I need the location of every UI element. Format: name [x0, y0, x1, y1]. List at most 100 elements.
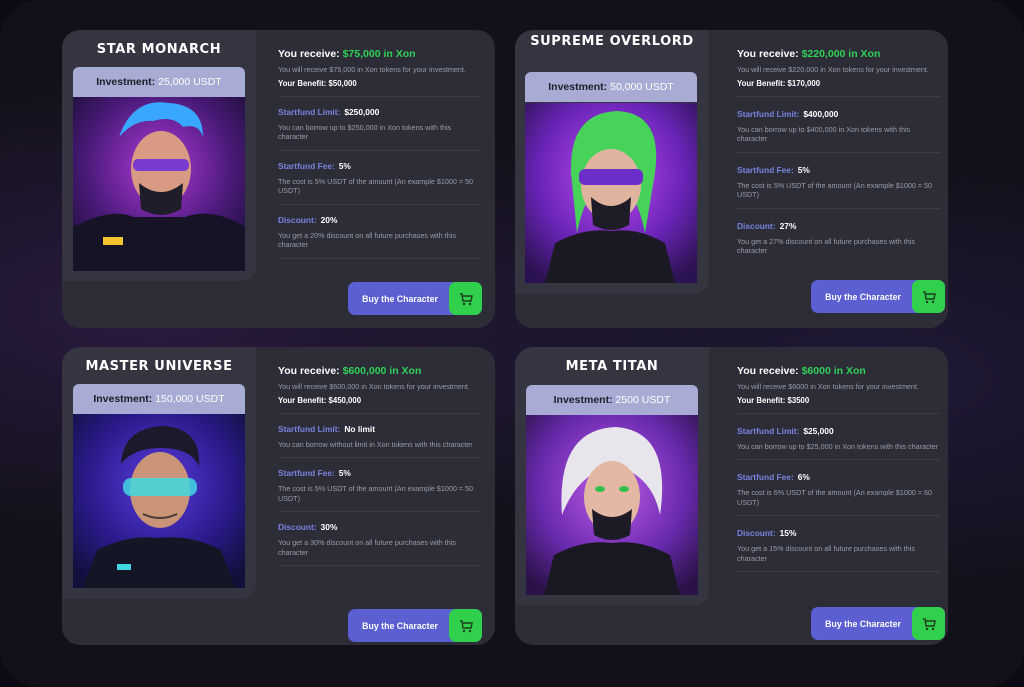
discount-desc: You get a 20% discount on all future pur…: [278, 230, 456, 250]
limit-desc: You can borrow up to $25,000 in Xon toke…: [737, 441, 939, 451]
benefit-value: $450,000: [328, 395, 362, 405]
fee-value: 5%: [797, 164, 810, 175]
limit-desc: You can borrow up to $250,000 in Xon tok…: [278, 122, 452, 142]
receive-desc: You will receive $6000 in Xon tokens for…: [737, 382, 919, 391]
benefit-label: Your Benefit:: [278, 395, 327, 405]
discount-desc: You get a 30% discount on all future pur…: [278, 538, 456, 557]
cart-icon: [912, 607, 945, 640]
character-card-master-universe: MASTER UNIVERSE Investment: 150,000 USDT: [62, 347, 495, 645]
character-name: MASTER UNIVERSE: [85, 359, 233, 374]
fee-desc: The cost is 5% USDT of the amount (An ex…: [278, 176, 474, 196]
page-frame: STAR MONARCH Investment: 25,000 USDT You…: [0, 0, 1024, 687]
investment-value: 50,000 USDT: [610, 81, 674, 93]
character-card-supreme-overlord: SUPREME OVERLORD Investment: 50,000 USDT: [515, 30, 948, 328]
character-panel: STAR MONARCH Investment: 25,000 USDT: [62, 30, 256, 281]
fee-value: 5%: [338, 160, 351, 171]
fee-desc: The cost is 5% USDT of the amount (An ex…: [278, 484, 474, 503]
investment-label: Investment:: [96, 76, 156, 88]
limit-desc: You can borrow without limit in Xon toke…: [278, 439, 473, 449]
character-card-star-monarch: STAR MONARCH Investment: 25,000 USDT You…: [62, 30, 495, 328]
benefit-label: Your Benefit:: [737, 395, 786, 405]
discount-label: Discount:: [737, 528, 776, 538]
limit-section: Startfund Limit: No limit You can borrow …: [278, 423, 481, 458]
limit-value: $25,000: [803, 425, 834, 436]
character-portrait: [526, 415, 698, 595]
discount-section: Discount: 20% You get a 20% discount on a…: [278, 215, 481, 259]
fee-section: Startfund Fee: 5% The cost is 5% USDT of …: [278, 468, 481, 512]
limit-value: $400,000: [803, 108, 839, 119]
discount-section: Discount: 30% You get a 30% discount on a…: [278, 522, 481, 566]
character-panel: SUPREME OVERLORD Investment: 50,000 USDT: [515, 30, 709, 294]
character-portrait: [73, 414, 245, 588]
discount-label: Discount:: [737, 220, 776, 231]
character-details: You receive: $220,000 in Xon You will re…: [737, 48, 940, 274]
benefit-value: $3500: [787, 395, 810, 405]
discount-value: 20%: [320, 214, 338, 225]
character-portrait: [525, 103, 697, 283]
investment-label: Investment:: [548, 81, 608, 93]
investment-value: 2500 USDT: [615, 394, 671, 406]
character-panel: MASTER UNIVERSE Investment: 150,000 USDT: [62, 347, 256, 599]
discount-value: 30%: [320, 522, 338, 532]
investment-value: 25,000 USDT: [158, 76, 222, 88]
discount-desc: You get a 15% discount on all future pur…: [737, 544, 915, 563]
investment-badge: Investment: 25,000 USDT: [73, 67, 245, 97]
character-card-meta-titan: META TITAN Investment: 2500 USDT You rec…: [515, 347, 948, 645]
receive-label: You receive:: [737, 48, 799, 60]
cart-icon: [449, 609, 482, 642]
receive-section: You receive: $600,000 in Xon You will re…: [278, 365, 481, 414]
investment-label: Investment:: [93, 393, 153, 405]
limit-value: No limit: [344, 423, 376, 434]
fee-section: Startfund Fee: 5% The cost is 5% USDT of …: [737, 165, 940, 209]
receive-value: $6000 in Xon: [801, 365, 866, 377]
receive-value: $600,000 in Xon: [342, 365, 422, 377]
fee-label: Startfund Fee:: [737, 164, 794, 175]
cart-icon: [912, 280, 945, 313]
benefit-value: $50,000: [328, 78, 357, 88]
benefit-value: $170,000: [787, 78, 821, 88]
fee-desc: The cost is 5% USDT of the amount (An ex…: [737, 180, 933, 200]
discount-desc: You get a 27% discount on all future pur…: [737, 236, 915, 256]
buy-character-button[interactable]: Buy the Character: [348, 282, 482, 315]
character-name: META TITAN: [565, 359, 659, 374]
receive-section: You receive: $6000 in Xon You will recei…: [737, 365, 940, 414]
character-portrait: [73, 97, 245, 271]
discount-label: Discount:: [278, 214, 317, 225]
character-name: SUPREME OVERLORD: [530, 34, 694, 49]
limit-label: Startfund Limit:: [278, 423, 341, 434]
fee-label: Startfund Fee:: [278, 160, 335, 171]
discount-value: 27%: [779, 220, 797, 231]
receive-section: You receive: $75,000 in Xon You will rec…: [278, 48, 481, 97]
limit-value: $250,000: [344, 106, 380, 117]
character-details: You receive: $600,000 in Xon You will re…: [278, 365, 481, 576]
receive-label: You receive:: [278, 365, 340, 377]
fee-label: Startfund Fee:: [737, 472, 794, 482]
limit-section: Startfund Limit: $25,000 You can borrow u…: [737, 425, 940, 460]
receive-desc: You will receive $220,000 in Xon tokens …: [737, 65, 929, 74]
benefit-label: Your Benefit:: [278, 78, 327, 88]
discount-section: Discount: 27% You get a 27% discount on a…: [737, 221, 940, 264]
receive-value: $75,000 in Xon: [342, 48, 416, 60]
fee-value: 6%: [797, 472, 810, 482]
fee-desc: The cost is 6% USDT of the amount (An ex…: [737, 488, 933, 507]
receive-desc: You will receive $600,000 in Xon tokens …: [278, 382, 470, 391]
buy-character-button[interactable]: Buy the Character: [811, 607, 945, 640]
limit-label: Startfund Limit:: [737, 108, 800, 119]
investment-label: Investment:: [553, 394, 613, 406]
receive-section: You receive: $220,000 in Xon You will re…: [737, 48, 940, 97]
cart-icon: [449, 282, 482, 315]
limit-label: Startfund Limit:: [737, 425, 800, 436]
buy-character-button[interactable]: Buy the Character: [811, 280, 945, 313]
investment-badge: Investment: 50,000 USDT: [525, 72, 697, 102]
investment-value: 150,000 USDT: [155, 393, 225, 405]
fee-section: Startfund Fee: 6% The cost is 6% USDT of …: [737, 472, 940, 516]
investment-badge: Investment: 2500 USDT: [526, 385, 698, 415]
fee-label: Startfund Fee:: [278, 468, 335, 478]
limit-section: Startfund Limit: $250,000 You can borrow …: [278, 107, 481, 151]
buy-character-button[interactable]: Buy the Character: [348, 609, 482, 642]
limit-desc: You can borrow up to $400,000 in Xon tok…: [737, 124, 911, 144]
receive-desc: You will receive $75,000 in Xon tokens f…: [278, 65, 466, 74]
receive-value: $220,000 in Xon: [801, 48, 881, 60]
fee-value: 5%: [338, 468, 351, 478]
limit-label: Startfund Limit:: [278, 106, 341, 117]
